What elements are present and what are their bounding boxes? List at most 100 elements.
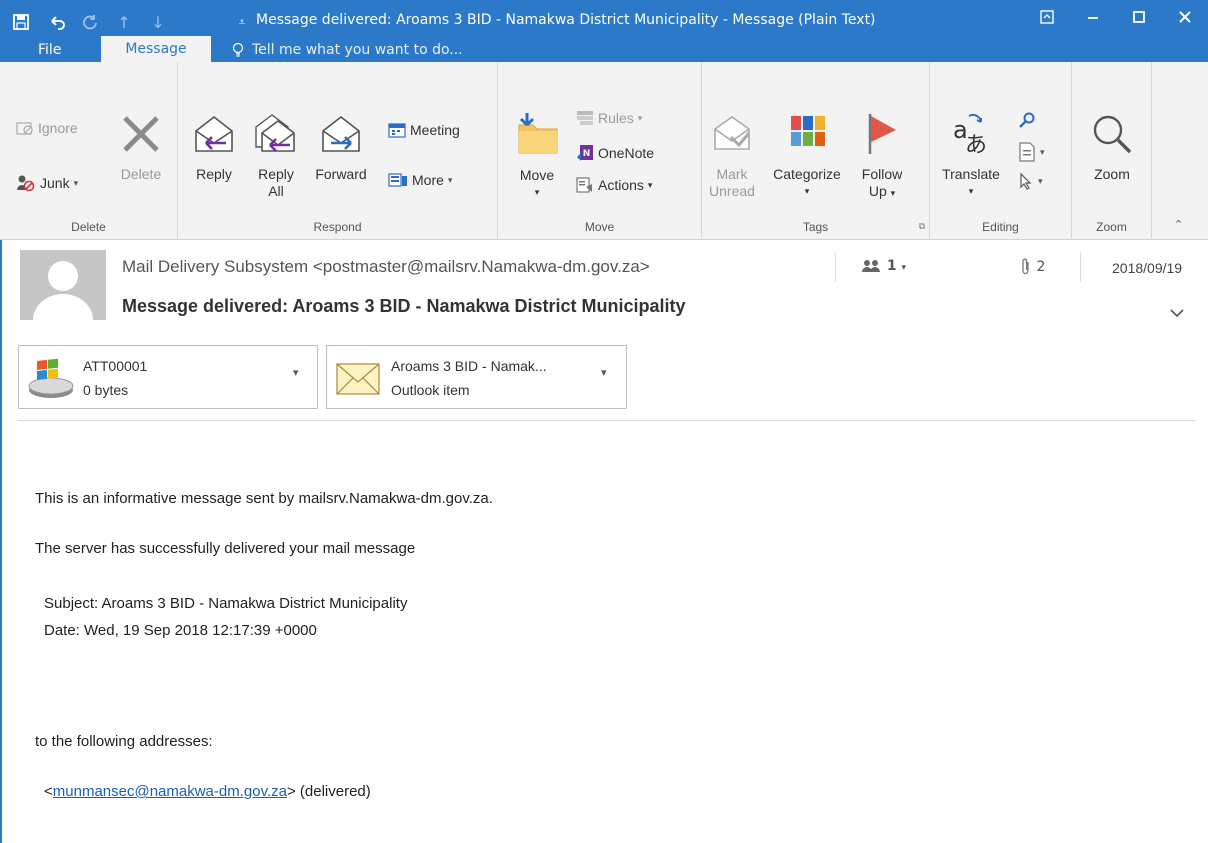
previous-item-icon[interactable]: ↑ — [112, 10, 136, 34]
lightbulb-icon — [232, 42, 244, 58]
categorize-button[interactable]: Categorize ▾ — [766, 108, 848, 200]
next-item-icon[interactable]: ↓ — [146, 10, 170, 34]
attachment-type: Outlook item — [391, 382, 470, 398]
delete-group: Ignore Junk ▾ Delete Delete — [0, 62, 178, 238]
mark-unread-label-1: Mark — [716, 166, 748, 182]
follow-up-label-2: Up — [868, 183, 887, 199]
delete-group-label: Delete — [71, 220, 106, 234]
message-subject: Message delivered: Aroams 3 BID - Namakw… — [122, 296, 686, 316]
attachment-count: 2 — [1036, 259, 1046, 275]
follow-up-dropdown-icon: ▾ — [890, 188, 896, 198]
move-folder-icon — [510, 108, 564, 160]
move-button[interactable]: Move ▾ — [510, 108, 564, 201]
delete-x-icon — [112, 108, 170, 160]
mark-unread-icon — [704, 108, 760, 160]
onenote-button[interactable]: N OneNote — [576, 144, 654, 162]
more-dropdown-icon: ▾ — [447, 174, 453, 185]
follow-up-button[interactable]: Follow Up ▾ — [854, 108, 910, 202]
rules-label: Rules — [598, 110, 634, 126]
translate-dropdown-icon: ▾ — [968, 186, 974, 196]
forward-label: Forward — [315, 166, 367, 182]
body-subject-line: Subject: Aroams 3 BID - Namakwa District… — [44, 595, 408, 612]
categorize-dropdown-icon: ▾ — [804, 186, 810, 196]
body-line-delivered: The server has successfully delivered yo… — [35, 540, 416, 557]
select-button[interactable]: ▾ — [1018, 172, 1043, 190]
attachment-size: 0 bytes — [83, 382, 129, 398]
people-count: 1 — [886, 258, 897, 274]
body-line-informative: This is an informative message sent by m… — [35, 490, 493, 507]
reply-all-label-2: All — [268, 183, 284, 199]
tell-me-search[interactable]: Tell me what you want to do... — [232, 38, 463, 62]
attachment-name: Aroams 3 BID - Namak... — [391, 358, 547, 374]
attachment-att00001[interactable]: ATT00001 0 bytes ▾ — [18, 345, 318, 409]
header-divider — [835, 252, 836, 282]
ribbon-display-options-icon[interactable] — [1024, 0, 1070, 34]
translate-label: Translate — [942, 166, 1000, 182]
people-dropdown-icon: ▾ — [901, 263, 907, 273]
zoom-button[interactable]: Zoom — [1080, 108, 1144, 183]
ignore-button[interactable]: Ignore — [16, 120, 78, 136]
find-icon — [1018, 112, 1036, 130]
customize-toolbar-icon[interactable]: ⩡ — [232, 10, 252, 34]
junk-label: Junk — [40, 175, 70, 191]
junk-button[interactable]: Junk ▾ — [16, 174, 78, 192]
recipients-button[interactable]: 1 ▾ — [862, 258, 906, 274]
minimize-icon[interactable] — [1070, 0, 1116, 34]
redo-icon[interactable] — [78, 10, 102, 34]
ignore-icon — [16, 120, 34, 136]
tab-message[interactable]: Message — [101, 36, 211, 62]
undo-icon[interactable] — [44, 10, 70, 34]
delete-button[interactable]: Delete — [112, 108, 170, 183]
header-divider-2 — [1080, 252, 1081, 282]
reply-all-label-1: Reply — [258, 166, 294, 182]
attachment-dropdown-icon[interactable]: ▾ — [601, 366, 607, 379]
more-icon — [388, 172, 408, 188]
reply-all-icon — [250, 108, 302, 160]
actions-label: Actions — [598, 177, 644, 193]
more-button[interactable]: More ▾ — [388, 172, 452, 188]
mark-unread-button[interactable]: Mark Unread — [704, 108, 760, 200]
attachment-dropdown-icon[interactable]: ▾ — [293, 366, 299, 379]
save-icon[interactable] — [8, 10, 34, 34]
related-document-icon — [1018, 142, 1036, 162]
svg-text:あ: あ — [965, 133, 987, 156]
maximize-icon[interactable] — [1116, 0, 1162, 34]
envelope-icon — [335, 358, 381, 402]
translate-button[interactable]: aあ Translate ▾ — [936, 108, 1006, 200]
body-date-line: Date: Wed, 19 Sep 2018 12:17:39 +0000 — [44, 622, 317, 639]
message-header: Mail Delivery Subsystem <postmaster@mail… — [0, 240, 1208, 340]
address-status: > (delivered) — [286, 783, 371, 800]
junk-dropdown-icon: ▾ — [73, 177, 79, 188]
collapse-ribbon-icon[interactable]: ⌃ — [1174, 218, 1183, 231]
windows-file-icon — [27, 356, 75, 404]
forward-button[interactable]: Forward — [312, 108, 370, 183]
expand-header-chevron-icon[interactable] — [1170, 306, 1184, 322]
zoom-label: Zoom — [1094, 166, 1130, 182]
find-button[interactable] — [1018, 112, 1036, 130]
move-dropdown-icon: ▾ — [534, 187, 540, 197]
people-icon — [862, 259, 882, 273]
zoom-group: Zoom Zoom — [1072, 62, 1152, 238]
attachment-name: ATT00001 — [83, 358, 148, 374]
close-icon[interactable] — [1162, 0, 1208, 34]
address-open-bracket: < — [44, 783, 53, 800]
message-date: 2018/09/19 — [1112, 260, 1183, 276]
zoom-group-label: Zoom — [1096, 220, 1127, 234]
tab-file[interactable]: File — [20, 38, 79, 62]
recipient-email-link[interactable]: munmansec@namakwa-dm.gov.za — [53, 783, 287, 800]
related-button[interactable]: ▾ — [1018, 142, 1045, 162]
rules-button[interactable]: Rules ▾ — [576, 110, 642, 126]
reply-button[interactable]: Reply — [190, 108, 238, 183]
sender-address[interactable]: Mail Delivery Subsystem <postmaster@mail… — [122, 257, 650, 277]
reply-all-button[interactable]: Reply All — [250, 108, 302, 200]
categorize-icon — [766, 108, 848, 160]
body-addresses-intro: to the following addresses: — [35, 733, 213, 750]
attachment-outlook-item[interactable]: Aroams 3 BID - Namak... Outlook item ▾ — [326, 345, 627, 409]
meeting-button[interactable]: Meeting — [388, 122, 460, 138]
actions-button[interactable]: Actions ▾ — [576, 176, 652, 194]
title-bar: ↑ ↓ ⩡ Message delivered: Aroams 3 BID - … — [0, 0, 1208, 62]
flag-icon — [854, 108, 910, 160]
mark-unread-label-2: Unread — [709, 183, 755, 199]
tags-group: Mark Unread Categorize ▾ Follow Up ▾ ⧉ T… — [702, 62, 930, 238]
editing-group: aあ Translate ▾ ▾ ▾ Editing — [930, 62, 1072, 238]
